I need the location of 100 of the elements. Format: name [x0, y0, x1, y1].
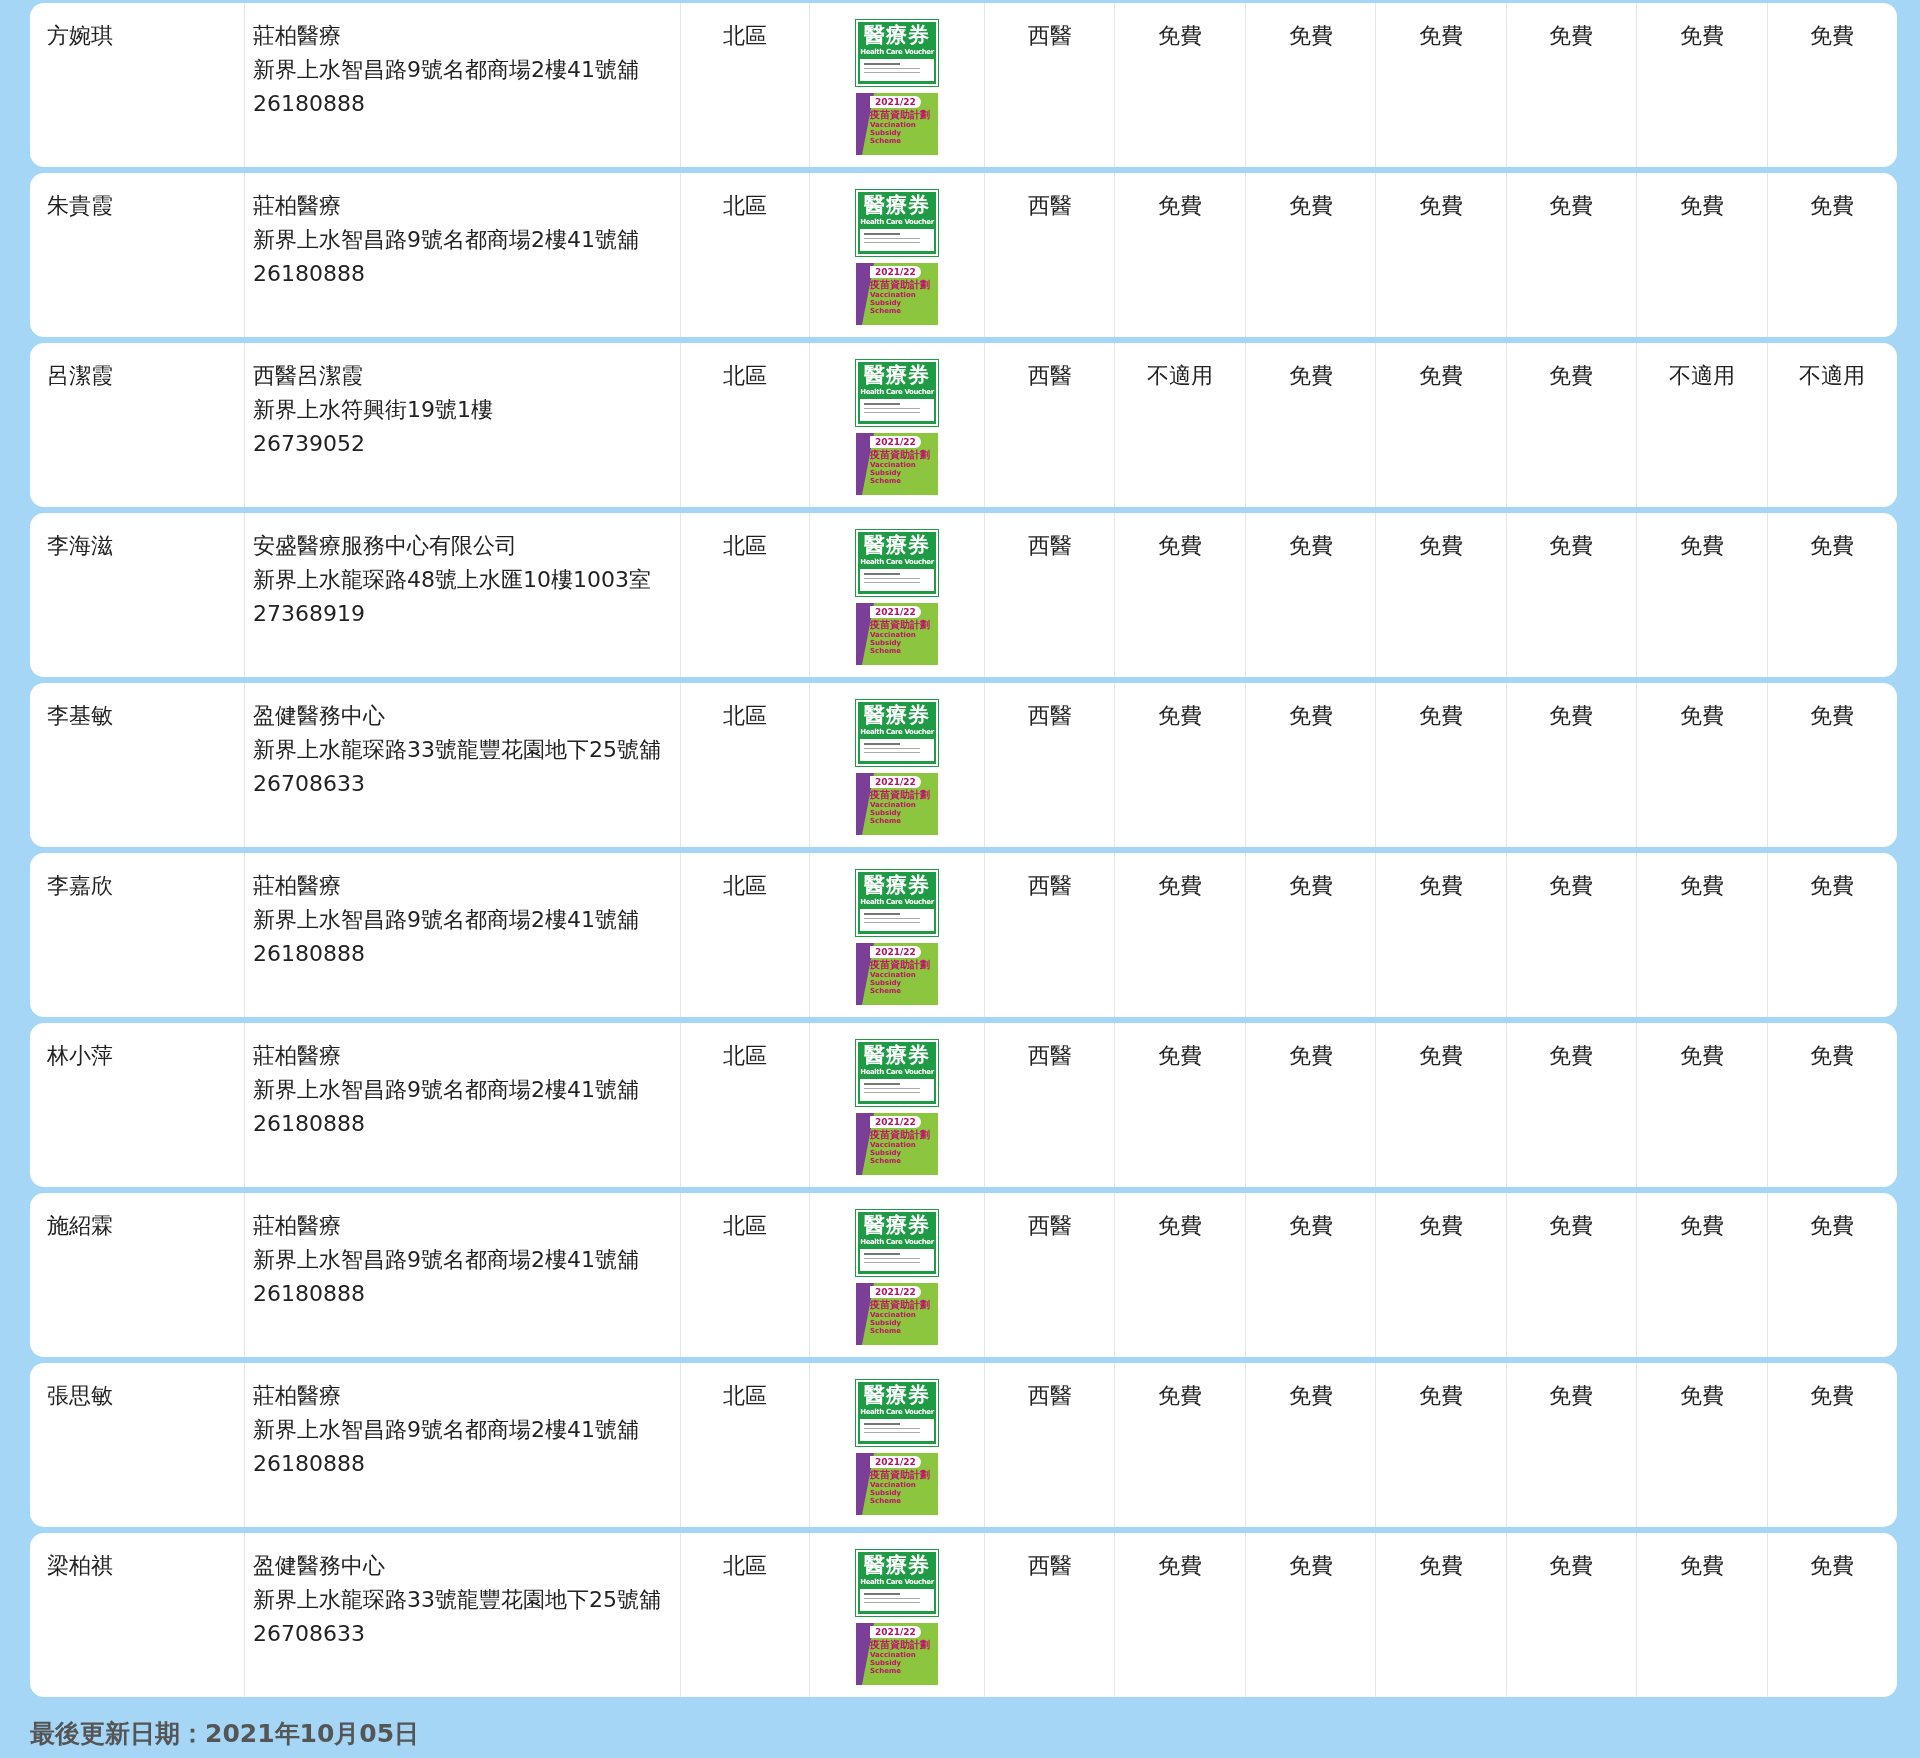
badge-title: 疫苗資助計劃 [870, 278, 930, 291]
doctor-name: 李海滋 [47, 533, 113, 558]
fee-text: 免費 [1549, 1213, 1594, 1238]
clinic-name: 莊柏醫療 [253, 192, 342, 220]
badge-title: 醫療券 [864, 533, 930, 557]
fee-text: 免費 [1810, 23, 1855, 48]
clinic-address: 新界上水智昌路9號名都商場2樓41號舖 [253, 56, 640, 84]
badge-title: 醫療券 [864, 1213, 930, 1237]
fee-text: 免費 [1418, 363, 1463, 388]
clinic-address: 新界上水龍琛路33號龍豐花園地下25號舖 [253, 1586, 662, 1614]
doctor-name: 張思敏 [47, 1383, 113, 1408]
fee-text: 免費 [1418, 533, 1463, 558]
district: 北區 [723, 363, 767, 388]
fee-text: 免費 [1418, 873, 1463, 898]
fee-text: 免費 [1158, 1553, 1203, 1578]
fee-text: 免費 [1418, 1043, 1463, 1068]
doctor-name: 李基敏 [47, 703, 113, 728]
fee-text: 免費 [1158, 1043, 1203, 1068]
fee-text: 免費 [1549, 363, 1594, 388]
fee-text: 免費 [1549, 193, 1594, 218]
badge-title: 醫療券 [864, 703, 930, 727]
fee-text: 免費 [1288, 1383, 1333, 1408]
fee-text: 免費 [1810, 533, 1855, 558]
specialty: 西醫 [1027, 1553, 1072, 1578]
fee-text: 免費 [1549, 873, 1594, 898]
fee-text: 不適用 [1668, 363, 1735, 388]
fee-text: 免費 [1418, 193, 1463, 218]
badge-title: 疫苗資助計劃 [870, 1638, 930, 1651]
clinic-address: 新界上水智昌路9號名都商場2樓41號舖 [253, 1076, 640, 1104]
clinic-name: 盈健醫務中心 [253, 1552, 386, 1580]
clinic-phone: 26180888 [253, 90, 366, 118]
specialty: 西醫 [1027, 533, 1072, 558]
badge-title: 疫苗資助計劃 [870, 1468, 930, 1481]
fee-text: 不適用 [1799, 363, 1866, 388]
district: 北區 [723, 703, 767, 728]
fee-text: 免費 [1679, 1383, 1724, 1408]
clinic-phone: 26180888 [253, 940, 366, 968]
badge-year: 2021/22 [870, 96, 921, 108]
badge-year: 2021/22 [870, 436, 921, 448]
district: 北區 [723, 23, 767, 48]
doctor-name: 朱貴霞 [47, 193, 113, 218]
clinic-name: 安盛醫療服務中心有限公司 [253, 532, 518, 560]
specialty: 西醫 [1027, 1213, 1072, 1238]
badge-year: 2021/22 [870, 1286, 921, 1298]
badge-title: 醫療券 [864, 23, 930, 47]
fee-text: 免費 [1549, 703, 1594, 728]
clinic-phone: 27368919 [253, 600, 366, 628]
fee-text: 免費 [1810, 703, 1855, 728]
specialty: 西醫 [1027, 363, 1072, 388]
fee-text: 免費 [1549, 1383, 1594, 1408]
district: 北區 [723, 1213, 767, 1238]
fee-text: 免費 [1679, 533, 1724, 558]
specialty: 西醫 [1027, 1383, 1072, 1408]
clinic-name: 莊柏醫療 [253, 1212, 342, 1240]
specialty: 西醫 [1027, 873, 1072, 898]
clinic-name: 莊柏醫療 [253, 1382, 342, 1410]
fee-text: 免費 [1158, 1383, 1203, 1408]
clinic-name: 莊柏醫療 [253, 1042, 342, 1070]
specialty: 西醫 [1027, 1043, 1072, 1068]
doctor-name: 李嘉欣 [47, 873, 113, 898]
district: 北區 [723, 533, 767, 558]
fee-text: 免費 [1288, 1553, 1333, 1578]
specialty: 西醫 [1027, 23, 1072, 48]
badge-title: 疫苗資助計劃 [870, 108, 930, 121]
badge-year: 2021/22 [870, 1116, 921, 1128]
fee-text: 免費 [1288, 23, 1333, 48]
badge-year: 2021/22 [870, 266, 921, 278]
clinic-phone: 26180888 [253, 260, 366, 288]
badge-title: 疫苗資助計劃 [870, 1298, 930, 1311]
doctor-name: 施紹霖 [47, 1213, 113, 1238]
clinic-name: 西醫呂潔霞 [253, 362, 364, 390]
fee-text: 免費 [1288, 873, 1333, 898]
fee-text: 免費 [1418, 1383, 1463, 1408]
fee-text: 免費 [1288, 1213, 1333, 1238]
fee-text: 免費 [1549, 1043, 1594, 1068]
badge-title: 疫苗資助計劃 [870, 1128, 930, 1141]
doctor-name: 呂潔霞 [47, 363, 113, 388]
fee-text: 免費 [1549, 23, 1594, 48]
doctor-name: 方婉琪 [47, 23, 113, 48]
fee-text: 免費 [1679, 193, 1724, 218]
clinic-name: 盈健醫務中心 [253, 702, 386, 730]
fee-text: 免費 [1810, 1043, 1855, 1068]
fee-text: 免費 [1810, 873, 1855, 898]
clinic-address: 新界上水智昌路9號名都商場2樓41號舖 [253, 1246, 640, 1274]
doctor-name: 梁柏祺 [47, 1553, 113, 1578]
badge-title: 醫療券 [864, 193, 930, 217]
badge-year: 2021/22 [870, 606, 921, 618]
fee-text: 免費 [1288, 1043, 1333, 1068]
clinic-address: 新界上水龍琛路48號上水匯10樓1003室 [253, 566, 652, 594]
district: 北區 [723, 1553, 767, 1578]
fee-text: 免費 [1679, 1553, 1724, 1578]
clinic-phone: 26180888 [253, 1280, 366, 1308]
district: 北區 [723, 1383, 767, 1408]
badge-title: 疫苗資助計劃 [870, 788, 930, 801]
fee-text: 免費 [1810, 1213, 1855, 1238]
district: 北區 [723, 1043, 767, 1068]
fee-text: 免費 [1158, 703, 1203, 728]
fee-text: 免費 [1679, 1043, 1724, 1068]
clinic-phone: 26708633 [253, 770, 366, 798]
specialty: 西醫 [1027, 193, 1072, 218]
